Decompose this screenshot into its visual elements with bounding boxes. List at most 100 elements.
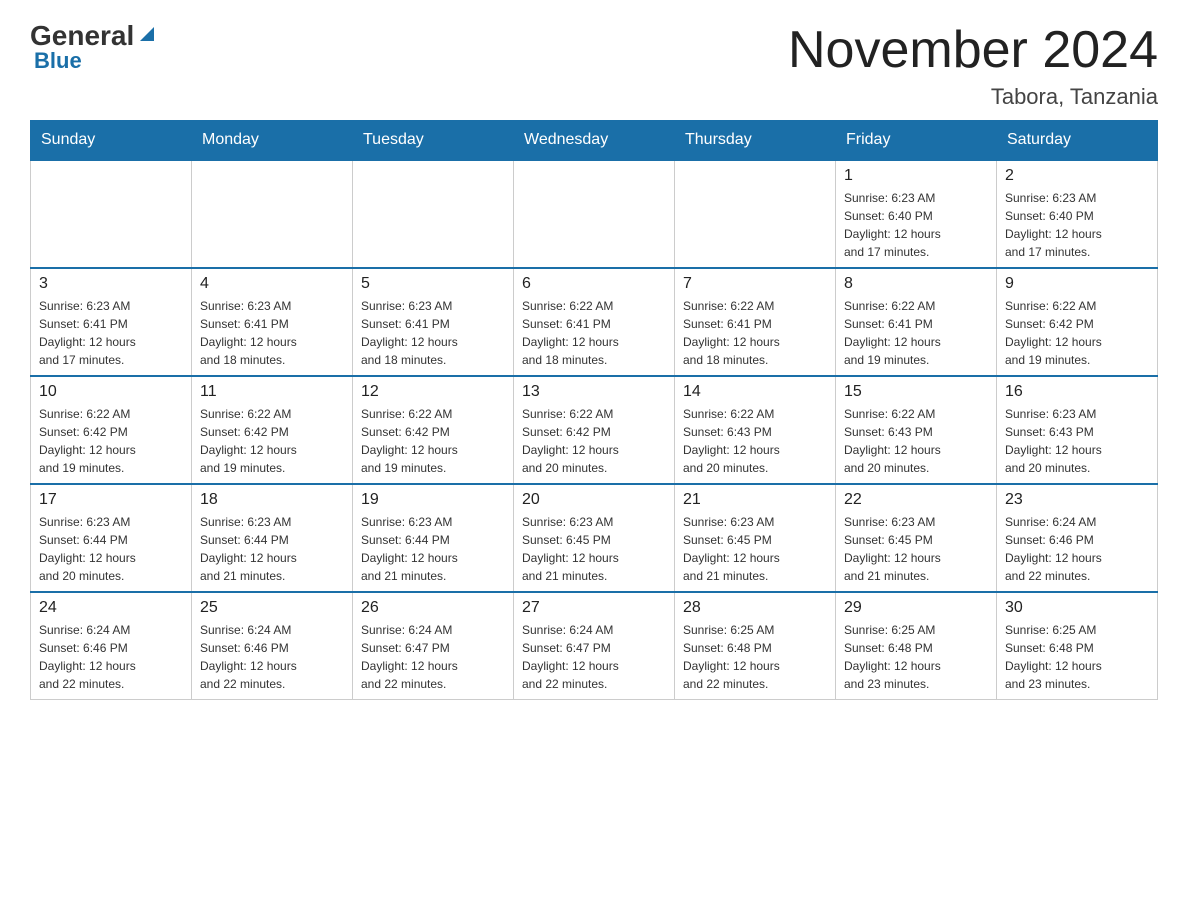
day-info: Sunrise: 6:24 AMSunset: 6:46 PMDaylight:…	[1005, 513, 1149, 585]
calendar-day-cell: 30 Sunrise: 6:25 AMSunset: 6:48 PMDayligh…	[997, 592, 1158, 700]
calendar-day-cell: 14Sunrise: 6:22 AMSunset: 6:43 PMDayligh…	[675, 376, 836, 484]
day-number: 25	[200, 599, 344, 617]
day-number: 8	[844, 275, 988, 293]
calendar-week-row: 10 Sunrise: 6:22 AMSunset: 6:42 PMDayligh…	[31, 376, 1158, 484]
calendar-day-cell: 16 Sunrise: 6:23 AMSunset: 6:43 PMDayligh…	[997, 376, 1158, 484]
day-info: Sunrise: 6:22 AMSunset: 6:41 PMDaylight:…	[844, 297, 988, 369]
day-info: Sunrise: 6:23 AMSunset: 6:44 PMDaylight:…	[200, 513, 344, 585]
calendar-day-cell: 11 Sunrise: 6:22 AMSunset: 6:42 PMDayligh…	[192, 376, 353, 484]
day-number: 21	[683, 491, 827, 509]
day-info: Sunrise: 6:23 AMSunset: 6:41 PMDaylight:…	[39, 297, 183, 369]
page-header: General Blue November 2024 Tabora, Tanza…	[30, 20, 1158, 110]
calendar-empty-cell	[353, 160, 514, 268]
month-title: November 2024	[788, 20, 1158, 80]
day-info: Sunrise: 6:23 AMSunset: 6:45 PMDaylight:…	[683, 513, 827, 585]
day-number: 7	[683, 275, 827, 293]
day-info: Sunrise: 6:24 AMSunset: 6:47 PMDaylight:…	[522, 621, 666, 693]
calendar-day-cell: 5 Sunrise: 6:23 AMSunset: 6:41 PMDaylight…	[353, 268, 514, 376]
day-number: 16	[1005, 383, 1149, 401]
day-info: Sunrise: 6:23 AMSunset: 6:45 PMDaylight:…	[522, 513, 666, 585]
day-info: Sunrise: 6:22 AMSunset: 6:41 PMDaylight:…	[683, 297, 827, 369]
day-info: Sunrise: 6:22 AMSunset: 6:43 PMDaylight:…	[844, 405, 988, 477]
day-number: 10	[39, 383, 183, 401]
day-number: 27	[522, 599, 666, 617]
calendar-empty-cell	[514, 160, 675, 268]
calendar-empty-cell	[31, 160, 192, 268]
calendar-header-row: SundayMondayTuesdayWednesdayThursdayFrid…	[31, 121, 1158, 161]
calendar-day-cell: 17 Sunrise: 6:23 AMSunset: 6:44 PMDayligh…	[31, 484, 192, 592]
calendar-week-row: 3 Sunrise: 6:23 AMSunset: 6:41 PMDaylight…	[31, 268, 1158, 376]
calendar-week-row: 24 Sunrise: 6:24 AMSunset: 6:46 PMDayligh…	[31, 592, 1158, 700]
day-info: Sunrise: 6:24 AMSunset: 6:46 PMDaylight:…	[200, 621, 344, 693]
day-info: Sunrise: 6:23 AMSunset: 6:41 PMDaylight:…	[200, 297, 344, 369]
calendar-day-cell: 2Sunrise: 6:23 AMSunset: 6:40 PMDaylight…	[997, 160, 1158, 268]
day-number: 17	[39, 491, 183, 509]
logo: General Blue	[30, 20, 158, 74]
day-info: Sunrise: 6:25 AMSunset: 6:48 PMDaylight:…	[1005, 621, 1149, 693]
day-number: 19	[361, 491, 505, 509]
day-number: 1	[844, 167, 988, 185]
day-info: Sunrise: 6:23 AMSunset: 6:45 PMDaylight:…	[844, 513, 988, 585]
day-number: 2	[1005, 167, 1149, 185]
day-info: Sunrise: 6:22 AMSunset: 6:42 PMDaylight:…	[522, 405, 666, 477]
calendar-day-cell: 3 Sunrise: 6:23 AMSunset: 6:41 PMDaylight…	[31, 268, 192, 376]
calendar-day-cell: 19 Sunrise: 6:23 AMSunset: 6:44 PMDayligh…	[353, 484, 514, 592]
calendar-day-cell: 27 Sunrise: 6:24 AMSunset: 6:47 PMDayligh…	[514, 592, 675, 700]
day-info: Sunrise: 6:22 AMSunset: 6:42 PMDaylight:…	[39, 405, 183, 477]
day-number: 13	[522, 383, 666, 401]
day-info: Sunrise: 6:22 AMSunset: 6:41 PMDaylight:…	[522, 297, 666, 369]
calendar-day-cell: 15 Sunrise: 6:22 AMSunset: 6:43 PMDayligh…	[836, 376, 997, 484]
day-number: 23	[1005, 491, 1149, 509]
day-info: Sunrise: 6:24 AMSunset: 6:46 PMDaylight:…	[39, 621, 183, 693]
day-number: 28	[683, 599, 827, 617]
day-number: 15	[844, 383, 988, 401]
day-info: Sunrise: 6:24 AMSunset: 6:47 PMDaylight:…	[361, 621, 505, 693]
day-info: Sunrise: 6:23 AMSunset: 6:40 PMDaylight:…	[844, 189, 988, 261]
day-info: Sunrise: 6:23 AMSunset: 6:44 PMDaylight:…	[39, 513, 183, 585]
weekday-header-sunday: Sunday	[31, 121, 192, 161]
calendar-table: SundayMondayTuesdayWednesdayThursdayFrid…	[30, 120, 1158, 700]
day-number: 29	[844, 599, 988, 617]
day-info: Sunrise: 6:23 AMSunset: 6:43 PMDaylight:…	[1005, 405, 1149, 477]
calendar-day-cell: 6 Sunrise: 6:22 AMSunset: 6:41 PMDaylight…	[514, 268, 675, 376]
calendar-empty-cell	[192, 160, 353, 268]
day-number: 18	[200, 491, 344, 509]
day-info: Sunrise: 6:22 AMSunset: 6:42 PMDaylight:…	[361, 405, 505, 477]
day-info: Sunrise: 6:22 AMSunset: 6:42 PMDaylight:…	[200, 405, 344, 477]
title-block: November 2024 Tabora, Tanzania	[788, 20, 1158, 110]
calendar-empty-cell	[675, 160, 836, 268]
day-number: 14	[683, 383, 827, 401]
day-info: Sunrise: 6:23 AMSunset: 6:44 PMDaylight:…	[361, 513, 505, 585]
calendar-day-cell: 18 Sunrise: 6:23 AMSunset: 6:44 PMDayligh…	[192, 484, 353, 592]
day-number: 5	[361, 275, 505, 293]
day-number: 6	[522, 275, 666, 293]
weekday-header-tuesday: Tuesday	[353, 121, 514, 161]
calendar-day-cell: 25 Sunrise: 6:24 AMSunset: 6:46 PMDayligh…	[192, 592, 353, 700]
logo-triangle-icon	[136, 23, 158, 45]
day-number: 12	[361, 383, 505, 401]
day-info: Sunrise: 6:23 AMSunset: 6:41 PMDaylight:…	[361, 297, 505, 369]
calendar-day-cell: 1 Sunrise: 6:23 AMSunset: 6:40 PMDaylight…	[836, 160, 997, 268]
day-number: 30	[1005, 599, 1149, 617]
day-number: 11	[200, 383, 344, 401]
weekday-header-saturday: Saturday	[997, 121, 1158, 161]
weekday-header-monday: Monday	[192, 121, 353, 161]
day-number: 3	[39, 275, 183, 293]
calendar-day-cell: 29 Sunrise: 6:25 AMSunset: 6:48 PMDayligh…	[836, 592, 997, 700]
calendar-day-cell: 21 Sunrise: 6:23 AMSunset: 6:45 PMDayligh…	[675, 484, 836, 592]
day-number: 9	[1005, 275, 1149, 293]
calendar-day-cell: 10 Sunrise: 6:22 AMSunset: 6:42 PMDayligh…	[31, 376, 192, 484]
day-info: Sunrise: 6:25 AMSunset: 6:48 PMDaylight:…	[844, 621, 988, 693]
calendar-week-row: 17 Sunrise: 6:23 AMSunset: 6:44 PMDayligh…	[31, 484, 1158, 592]
calendar-day-cell: 12 Sunrise: 6:22 AMSunset: 6:42 PMDayligh…	[353, 376, 514, 484]
calendar-day-cell: 7 Sunrise: 6:22 AMSunset: 6:41 PMDaylight…	[675, 268, 836, 376]
day-number: 22	[844, 491, 988, 509]
weekday-header-wednesday: Wednesday	[514, 121, 675, 161]
calendar-day-cell: 26Sunrise: 6:24 AMSunset: 6:47 PMDayligh…	[353, 592, 514, 700]
location-title: Tabora, Tanzania	[788, 84, 1158, 110]
calendar-day-cell: 9Sunrise: 6:22 AMSunset: 6:42 PMDaylight…	[997, 268, 1158, 376]
day-number: 4	[200, 275, 344, 293]
day-number: 24	[39, 599, 183, 617]
weekday-header-thursday: Thursday	[675, 121, 836, 161]
logo-sub-text: Blue	[30, 48, 82, 74]
